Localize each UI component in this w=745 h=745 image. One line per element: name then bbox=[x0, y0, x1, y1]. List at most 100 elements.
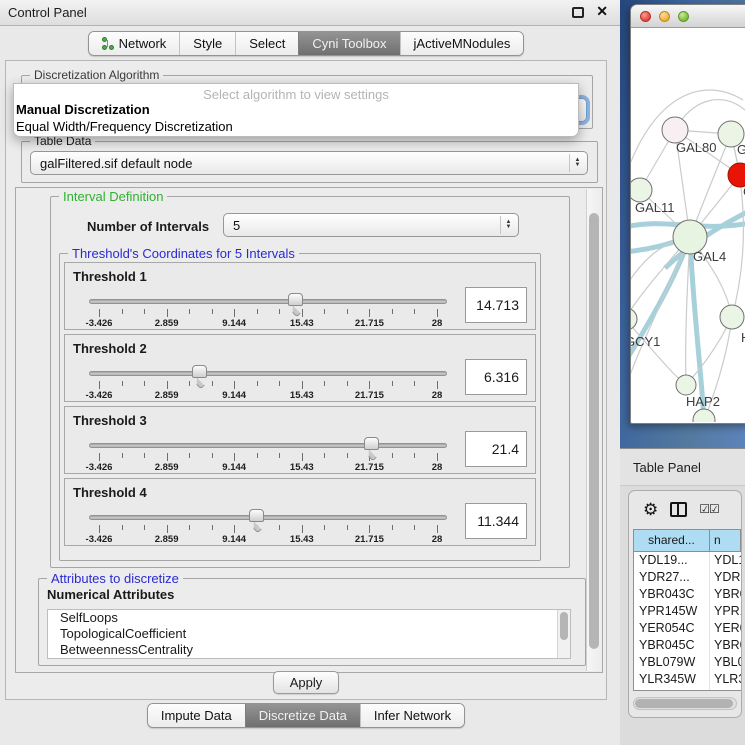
slider-tick bbox=[144, 525, 145, 530]
settings-scrollbar[interactable] bbox=[586, 189, 601, 671]
table-cell[interactable]: YIL052C bbox=[634, 688, 710, 691]
tab-jactivemnodules[interactable]: jActiveMNodules bbox=[400, 32, 524, 55]
zoom-traffic-light-icon[interactable] bbox=[678, 11, 689, 22]
table-cell[interactable]: YLR3 bbox=[710, 671, 741, 688]
close-icon[interactable]: ✕ bbox=[596, 3, 608, 20]
table-cell[interactable]: YBL079W bbox=[634, 654, 710, 671]
threshold-4-value-field[interactable]: 11.344 bbox=[465, 503, 527, 539]
table-cell[interactable]: YBL0 bbox=[710, 654, 741, 671]
table-row[interactable]: YER054CYER0 bbox=[634, 620, 741, 637]
tab-cyni-toolbox-label: Cyni Toolbox bbox=[312, 36, 386, 51]
slider-tick bbox=[347, 381, 348, 386]
slider-track[interactable] bbox=[89, 371, 447, 376]
slider-track[interactable] bbox=[89, 443, 447, 448]
node-partial-right[interactable] bbox=[720, 305, 744, 329]
table-row[interactable]: YBR043CYBR0 bbox=[634, 586, 741, 603]
table-panel-titlebar: Table Panel bbox=[620, 448, 745, 486]
table-cell[interactable]: YBR045C bbox=[634, 637, 710, 654]
slider-tick bbox=[99, 309, 100, 317]
table-body: YDL19...YDL1YDR27...YDR2YBR043CYBR0YPR14… bbox=[634, 552, 741, 691]
tab-style[interactable]: Style bbox=[179, 32, 235, 55]
tab-select[interactable]: Select bbox=[235, 32, 298, 55]
slider-thumb[interactable] bbox=[288, 293, 303, 306]
list-item[interactable]: SelfLoops bbox=[48, 610, 570, 626]
threshold-3-value-field[interactable]: 21.4 bbox=[465, 431, 527, 467]
table-cell[interactable]: YDR27... bbox=[634, 569, 710, 586]
threshold-2-box: Threshold 2 -3.4262.8599.14415.4321.7152… bbox=[64, 334, 536, 402]
scrollbar-thumb[interactable] bbox=[635, 699, 733, 708]
float-window-icon[interactable] bbox=[572, 7, 584, 18]
list-item[interactable]: TopologicalCoefficient bbox=[48, 626, 570, 642]
table-cell[interactable]: YLR345W bbox=[634, 671, 710, 688]
table-cell[interactable]: YPR1 bbox=[710, 603, 741, 620]
close-traffic-light-icon[interactable] bbox=[640, 11, 651, 22]
slider-tick bbox=[392, 309, 393, 314]
apply-button[interactable]: Apply bbox=[273, 671, 339, 694]
slider-track[interactable] bbox=[89, 299, 447, 304]
table-cell[interactable]: YER0 bbox=[710, 620, 741, 637]
slider-tick bbox=[234, 453, 235, 461]
slider-track[interactable] bbox=[89, 515, 447, 520]
threshold-1-value-field[interactable]: 14.713 bbox=[465, 287, 527, 323]
tab-discretize-data[interactable]: Discretize Data bbox=[245, 704, 360, 727]
tab-discretize-data-label: Discretize Data bbox=[259, 708, 347, 723]
threshold-3-slider[interactable]: -3.4262.8599.14415.4321.71528 bbox=[89, 407, 447, 473]
slider-tick bbox=[324, 381, 325, 386]
slider-thumb[interactable] bbox=[192, 365, 207, 378]
table-cell[interactable]: YER054C bbox=[634, 620, 710, 637]
list-scrollbar[interactable] bbox=[557, 610, 570, 658]
table-row[interactable]: YLR345WYLR3 bbox=[634, 671, 741, 688]
slider-tick-label: 9.144 bbox=[222, 390, 246, 401]
node-bottom-partial[interactable] bbox=[693, 409, 715, 422]
tab-infer-network[interactable]: Infer Network bbox=[360, 704, 464, 727]
table-row[interactable]: YDL19...YDL1 bbox=[634, 552, 741, 569]
threshold-4-slider[interactable]: -3.4262.8599.14415.4321.71528 bbox=[89, 479, 447, 545]
table-cell[interactable]: YPR145W bbox=[634, 603, 710, 620]
slider-tick bbox=[414, 309, 415, 314]
threshold-2-value-field[interactable]: 6.316 bbox=[465, 359, 527, 395]
column-header-shared-name[interactable]: shared... bbox=[634, 530, 710, 552]
table-cell[interactable]: YDL19... bbox=[634, 552, 710, 569]
column-header-name[interactable]: n bbox=[710, 530, 741, 552]
table-data-combobox[interactable]: galFiltered.sif default node ▲▼ bbox=[30, 151, 588, 175]
tab-network[interactable]: Network bbox=[89, 32, 180, 55]
slider-thumb[interactable] bbox=[364, 437, 379, 450]
table-row[interactable]: YDR27...YDR2 bbox=[634, 569, 741, 586]
list-item[interactable]: BetweennessCentrality bbox=[48, 642, 570, 658]
slider-tick bbox=[122, 309, 123, 314]
node-hap2[interactable] bbox=[676, 375, 696, 395]
table-cell[interactable]: YBR043C bbox=[634, 586, 710, 603]
bottom-tab-bar: Impute Data Discretize Data Infer Networ… bbox=[0, 703, 612, 728]
dropdown-option-manual[interactable]: Manual Discretization bbox=[16, 102, 150, 117]
table-row[interactable]: YBR045CYBR0 bbox=[634, 637, 741, 654]
dropdown-option-equal-width[interactable]: Equal Width/Frequency Discretization bbox=[16, 119, 233, 134]
algorithm-group-title: Discretization Algorithm bbox=[30, 68, 163, 82]
scrollbar-thumb[interactable] bbox=[589, 213, 599, 649]
scrollbar-thumb[interactable] bbox=[560, 612, 568, 640]
tab-cyni-toolbox[interactable]: Cyni Toolbox bbox=[298, 32, 399, 55]
number-of-intervals-combobox[interactable]: 5 ▲▼ bbox=[223, 213, 519, 237]
tab-impute-data[interactable]: Impute Data bbox=[148, 704, 245, 727]
node-gcy1[interactable] bbox=[631, 308, 637, 330]
table-horizontal-scrollbar[interactable] bbox=[633, 697, 737, 710]
table-cell[interactable]: YDL1 bbox=[710, 552, 741, 569]
table-cell[interactable]: YIL0 bbox=[710, 688, 741, 691]
table-cell[interactable]: YBR0 bbox=[710, 586, 741, 603]
table-cell[interactable]: YBR0 bbox=[710, 637, 741, 654]
threshold-2-slider[interactable]: -3.4262.8599.14415.4321.71528 bbox=[89, 335, 447, 401]
table-row[interactable]: YPR145WYPR1 bbox=[634, 603, 741, 620]
table-row[interactable]: YBL079WYBL0 bbox=[634, 654, 741, 671]
table-header-row: shared... n bbox=[634, 530, 741, 552]
table-row[interactable]: YIL052CYIL0 bbox=[634, 688, 741, 691]
node-gal11[interactable] bbox=[631, 178, 652, 202]
slider-tick bbox=[392, 381, 393, 386]
table-data-group: Table Data galFiltered.sif default node … bbox=[21, 141, 598, 183]
network-canvas[interactable]: GAL80 G. C GAL11 GAL4 GCY1 H HAP2 bbox=[631, 28, 745, 422]
split-columns-icon[interactable] bbox=[670, 502, 687, 517]
slider-thumb[interactable] bbox=[249, 509, 264, 522]
table-cell[interactable]: YDR2 bbox=[710, 569, 741, 586]
threshold-1-slider[interactable]: -3.4262.8599.14415.4321.71528 bbox=[89, 263, 447, 329]
minimize-traffic-light-icon[interactable] bbox=[659, 11, 670, 22]
gear-icon[interactable]: ⚙ bbox=[643, 501, 658, 518]
select-columns-icon[interactable]: ☑☑ bbox=[699, 502, 719, 516]
